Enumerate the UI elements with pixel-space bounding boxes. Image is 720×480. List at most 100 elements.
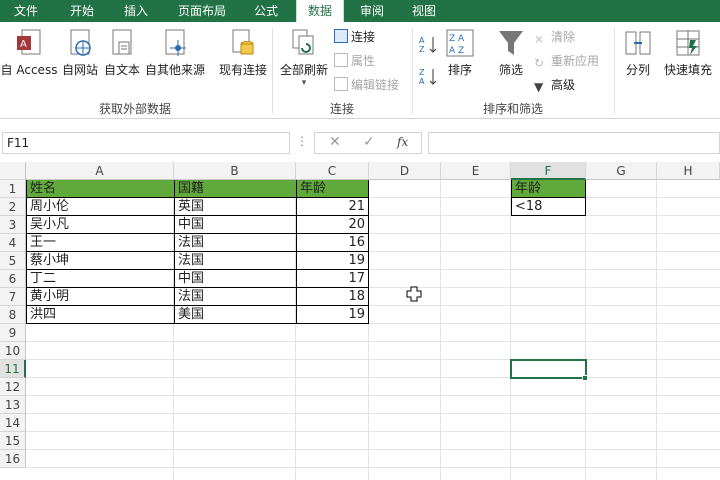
refresh-all-button[interactable]: 全部刷新 ▾ (276, 28, 332, 88)
group-divider (272, 28, 273, 114)
clear-filter-button[interactable]: ⨯ 清除 (534, 28, 575, 46)
formula-bar-grip-icon[interactable]: ⋮ (296, 134, 308, 148)
table-header-name[interactable]: 姓名 (27, 180, 175, 198)
from-access-label: 自 Access (0, 63, 58, 77)
refresh-dropdown-icon[interactable]: ▾ (276, 78, 332, 88)
table-cell[interactable]: 17 (297, 270, 369, 288)
tab-data[interactable]: 数据 (296, 0, 344, 22)
row-header[interactable]: 15 (0, 432, 26, 450)
existing-connections-button[interactable]: 现有连接 (216, 28, 270, 78)
column-header-b[interactable]: B (174, 162, 296, 180)
select-all-corner[interactable] (0, 162, 26, 180)
sort-descending-icon[interactable]: ZA (418, 66, 438, 86)
table-cell[interactable]: 中国 (175, 270, 297, 288)
table-cell[interactable]: 21 (297, 198, 369, 216)
refresh-all-label: 全部刷新 (279, 63, 328, 77)
row-header[interactable]: 12 (0, 378, 26, 396)
refresh-icon (292, 29, 314, 55)
formula-input[interactable] (428, 132, 720, 154)
table-cell[interactable]: 洪四 (27, 306, 175, 324)
properties-icon (334, 53, 348, 67)
table-cell[interactable]: 蔡小坤 (27, 252, 175, 270)
from-text-button[interactable]: 自文本 (102, 28, 142, 78)
insert-function-icon[interactable]: fx (397, 135, 408, 149)
row-header[interactable]: 14 (0, 414, 26, 432)
table-cell[interactable]: 18 (297, 288, 369, 306)
filter-button[interactable]: 筛选 (492, 28, 530, 78)
row-header[interactable]: 13 (0, 396, 26, 414)
tab-insert[interactable]: 插入 (112, 0, 160, 22)
tab-page-layout[interactable]: 页面布局 (166, 0, 238, 22)
connections-button[interactable]: 连接 (334, 28, 375, 46)
from-web-button[interactable]: 自网站 (60, 28, 100, 78)
tab-review[interactable]: 审阅 (350, 0, 394, 22)
table-header-age[interactable]: 年龄 (297, 180, 369, 198)
web-icon (70, 29, 91, 56)
ribbon-tabs: 文件 开始 插入 页面布局 公式 数据 审阅 视图 (0, 0, 720, 22)
table-cell[interactable]: 王一 (27, 234, 175, 252)
from-access-button[interactable]: A 自 Access (0, 28, 58, 78)
properties-button[interactable]: 属性 (334, 52, 375, 70)
from-other-sources-button[interactable]: 自其他来源 (144, 28, 206, 78)
table-cell[interactable]: 丁二 (27, 270, 175, 288)
row-header[interactable]: 2 (0, 198, 26, 216)
table-cell[interactable]: 19 (297, 306, 369, 324)
active-cell[interactable] (510, 359, 587, 379)
fill-handle[interactable] (582, 375, 588, 381)
criteria-value[interactable]: <18 (512, 198, 586, 216)
spreadsheet-grid: A B C D E F G H 1 2 3 4 5 6 7 8 9 10 11 … (0, 162, 720, 480)
column-header-d[interactable]: D (369, 162, 441, 180)
column-header-c[interactable]: C (296, 162, 369, 180)
table-header-nationality[interactable]: 国籍 (175, 180, 297, 198)
tab-formulas[interactable]: 公式 (244, 0, 288, 22)
row-header[interactable]: 1 (0, 180, 26, 198)
table-cell[interactable]: 英国 (175, 198, 297, 216)
flash-fill-button[interactable]: 快速填充 (660, 28, 716, 78)
table-cell[interactable]: 黄小明 (27, 288, 175, 306)
row-header[interactable]: 11 (0, 360, 26, 378)
edit-links-button[interactable]: 编辑链接 (334, 76, 399, 94)
column-header-f[interactable]: F (511, 162, 586, 180)
reapply-button[interactable]: ↻ 重新应用 (534, 52, 599, 70)
text-to-columns-button[interactable]: 分列 (620, 28, 656, 78)
tab-home[interactable]: 开始 (58, 0, 106, 22)
row-header[interactable]: 3 (0, 216, 26, 234)
sort-ascending-icon[interactable]: AZ (418, 34, 438, 54)
formula-bar: F11 ⋮ ✕ ✓ fx (0, 128, 720, 158)
table-cell[interactable]: 中国 (175, 216, 297, 234)
tab-view[interactable]: 视图 (400, 0, 448, 22)
advanced-filter-button[interactable]: ▼ 高级 (534, 76, 575, 94)
table-cell[interactable]: 20 (297, 216, 369, 234)
row-header[interactable]: 6 (0, 270, 26, 288)
svg-text:A: A (419, 36, 425, 45)
column-header-g[interactable]: G (586, 162, 657, 180)
table-cell[interactable]: 法国 (175, 234, 297, 252)
table-cell[interactable]: 16 (297, 234, 369, 252)
table-cell[interactable]: 19 (297, 252, 369, 270)
column-header-h[interactable]: H (657, 162, 720, 180)
row-header[interactable]: 10 (0, 342, 26, 360)
ribbon: A 自 Access 自网站 自文本 自其他来源 现有连接 获取外部数据 全部刷… (0, 22, 720, 119)
tab-file[interactable]: 文件 (0, 0, 52, 22)
column-header-e[interactable]: E (441, 162, 511, 180)
table-cell[interactable]: 法国 (175, 288, 297, 306)
row-header[interactable]: 8 (0, 306, 26, 324)
table-cell[interactable]: 法国 (175, 252, 297, 270)
column-header-a[interactable]: A (26, 162, 174, 180)
text-file-icon (112, 29, 132, 55)
svg-text:A: A (20, 39, 27, 50)
row-header[interactable]: 16 (0, 450, 26, 468)
table-cell[interactable]: 美国 (175, 306, 297, 324)
cancel-icon[interactable]: ✕ (329, 134, 341, 150)
row-header[interactable]: 7 (0, 288, 26, 306)
enter-icon[interactable]: ✓ (363, 134, 375, 150)
name-box[interactable]: F11 (2, 132, 290, 154)
row-header[interactable]: 9 (0, 324, 26, 342)
criteria-header[interactable]: 年龄 (512, 180, 586, 198)
sort-label: 排序 (447, 63, 472, 77)
sort-button[interactable]: Z A A Z 排序 (442, 28, 478, 78)
table-cell[interactable]: 周小伦 (27, 198, 175, 216)
table-cell[interactable]: 吴小凡 (27, 216, 175, 234)
row-header[interactable]: 4 (0, 234, 26, 252)
row-header[interactable]: 5 (0, 252, 26, 270)
